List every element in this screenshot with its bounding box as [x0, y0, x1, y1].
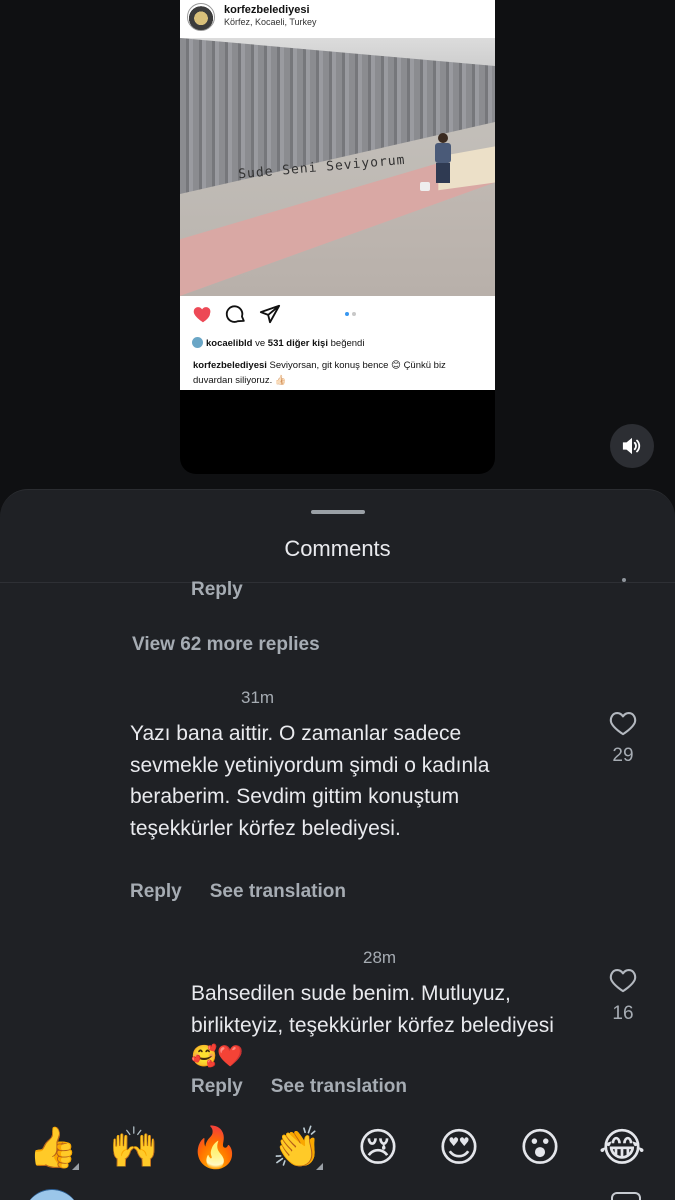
prev-like-marker [622, 578, 626, 582]
post-location: Körfez, Kocaeli, Turkey [224, 17, 317, 27]
like-heart-icon[interactable] [609, 710, 637, 736]
crying-face-icon: 😢 [357, 1125, 399, 1171]
like-count: 29 [612, 745, 634, 766]
see-translation-button[interactable]: See translation [210, 881, 346, 902]
comment-timestamp: 28m [363, 948, 397, 967]
post-action-bar [180, 300, 495, 330]
share-icon [259, 304, 281, 324]
reaction-heart-eyes[interactable]: 😍 [431, 1120, 487, 1176]
comments-sheet: Comments Reply View 62 more replies 31m … [0, 489, 675, 1200]
video-player[interactable]: korfezbelediyesi Körfez, Kocaeli, Turkey… [180, 0, 495, 474]
like-count: 16 [612, 1003, 634, 1024]
comment-text: Bahsedilen sude benim. Mutluyuz, birlikt… [191, 982, 554, 1068]
reply-button[interactable]: Reply [191, 1076, 243, 1097]
photo-painter-figure [432, 133, 454, 183]
post-username: korfezbelediyesi [224, 4, 310, 16]
view-more-replies-button[interactable]: View 62 more replies [132, 634, 320, 656]
likes-user: kocaelibld [206, 338, 253, 349]
gif-button[interactable] [611, 1192, 641, 1200]
like-heart-icon[interactable] [609, 967, 637, 993]
reaction-clap[interactable]: 👏 [269, 1120, 325, 1176]
caption-user: korfezbelediyesi [193, 360, 267, 371]
thumbs-up-icon: 👍 [28, 1125, 78, 1171]
comment-icon [225, 305, 245, 323]
carousel-dots [345, 312, 359, 316]
volume-button[interactable] [610, 424, 654, 468]
reaction-laughing[interactable]: 😂 [594, 1120, 650, 1176]
reaction-raised-hands[interactable]: 🙌 [106, 1120, 162, 1176]
photo-paint-bucket [420, 182, 430, 191]
heart-filled-icon [193, 307, 211, 323]
reaction-crying[interactable]: 😢 [350, 1120, 406, 1176]
heart-eyes-icon: 😍 [438, 1125, 480, 1171]
likes-suffix: beğendi [327, 338, 365, 349]
see-translation-button[interactable]: See translation [271, 1076, 407, 1097]
prev-reply-button[interactable]: Reply [191, 579, 243, 601]
post-likes: kocaelibld ve 531 diğer kişi beğendi [192, 337, 364, 349]
reaction-surprised[interactable]: 😮 [512, 1120, 568, 1176]
comment-actions: Reply See translation [130, 881, 346, 903]
raised-hands-icon: 🙌 [109, 1125, 159, 1171]
likes-mid: ve [252, 338, 268, 349]
embedded-post: korfezbelediyesi Körfez, Kocaeli, Turkey… [180, 0, 495, 390]
comment-timestamp: 31m [241, 688, 275, 707]
post-photo: Sude Seni Seviyorum [180, 38, 495, 296]
sheet-title: Comments [284, 536, 391, 561]
likes-others: 531 diğer kişi [267, 338, 328, 349]
quick-reaction-bar: 👍 🙌 🔥 👏 😢 😍 😮 😂 [0, 1120, 675, 1180]
sheet-divider [0, 582, 675, 583]
post-avatar [187, 3, 215, 31]
post-header: korfezbelediyesi Körfez, Kocaeli, Turkey [180, 0, 495, 38]
comment-text: Yazı bana aittir. O zamanlar sadece sevm… [130, 722, 490, 840]
surprised-face-icon: 😮 [519, 1125, 561, 1171]
reaction-thumbs-up[interactable]: 👍 [25, 1120, 81, 1176]
speaker-icon [622, 437, 641, 455]
reply-button[interactable]: Reply [130, 881, 182, 902]
sheet-drag-handle[interactable] [311, 510, 365, 514]
liker-avatar [192, 337, 203, 348]
comment-actions: Reply See translation [191, 1076, 407, 1098]
clapping-hands-icon: 👏 [272, 1125, 322, 1171]
post-caption: korfezbelediyesi Seviyorsan, git konuş b… [193, 358, 488, 388]
tears-of-joy-icon: 😂 [598, 1125, 646, 1171]
fire-icon: 🔥 [190, 1125, 240, 1171]
user-avatar[interactable] [24, 1189, 80, 1200]
reaction-fire[interactable]: 🔥 [187, 1120, 243, 1176]
